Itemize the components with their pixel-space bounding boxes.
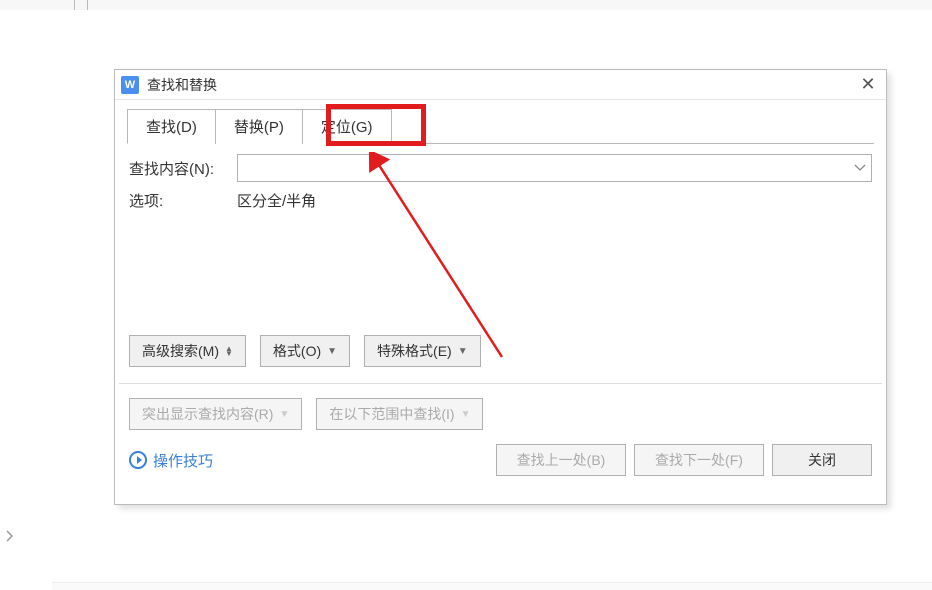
help-link[interactable]: 操作技巧 [129,450,213,471]
app-icon: W [121,76,139,94]
form-area: 查找内容(N): 选项: 区分全/半角 [115,144,886,211]
footer-buttons: 查找上一处(B) 查找下一处(F) 关闭 [496,444,872,476]
find-replace-dialog: W 查找和替换 ✕ 查找(D) 替换(P) 定位(G) 查找内容(N): 选项:… [114,69,887,505]
tab-replace[interactable]: 替换(P) [215,109,303,144]
find-next-button: 查找下一处(F) [634,444,764,476]
find-prev-button: 查找上一处(B) [496,444,626,476]
ruler [0,0,932,10]
tab-goto[interactable]: 定位(G) [302,109,392,144]
options-row: 选项: 区分全/半角 [129,190,872,211]
tabs: 查找(D) 替换(P) 定位(G) [127,108,874,144]
options-value: 区分全/半角 [237,190,316,211]
ruler-marker-right [910,0,924,10]
divider [119,383,882,384]
help-link-label: 操作技巧 [153,450,213,471]
spacer [115,219,886,329]
footer-row: 操作技巧 查找上一处(B) 查找下一处(F) 关闭 [115,430,886,476]
close-icon[interactable]: ✕ [856,73,880,97]
chevron-down-icon: ▼ [327,346,337,357]
chevron-down-icon: ▼ [461,409,471,420]
special-format-button[interactable]: 特殊格式(E) ▼ [364,335,481,367]
find-content-input[interactable] [238,155,849,181]
tabs-container: 查找(D) 替换(P) 定位(G) [115,100,886,144]
dialog-title: 查找和替换 [147,75,217,95]
find-content-input-wrapper [237,154,872,182]
find-content-row: 查找内容(N): [129,154,872,182]
close-button[interactable]: 关闭 [772,444,872,476]
chevron-down-icon: ▼ [458,346,468,357]
bottom-edge [52,582,932,590]
titlebar: W 查找和替换 ✕ [115,70,886,100]
secondary-button-row: 突出显示查找内容(R) ▼ 在以下范围中查找(I) ▼ [115,398,886,430]
search-in-range-button: 在以下范围中查找(I) ▼ [316,398,483,430]
highlight-found-button: 突出显示查找内容(R) ▼ [129,398,302,430]
middle-button-row: 高级搜索(M) ▲▼ 格式(O) ▼ 特殊格式(E) ▼ [115,335,886,367]
chevron-down-icon: ▼ [279,409,289,420]
advanced-search-button[interactable]: 高级搜索(M) ▲▼ [129,335,246,367]
find-content-dropdown-icon[interactable] [849,164,871,172]
tab-find[interactable]: 查找(D) [127,109,216,144]
format-button[interactable]: 格式(O) ▼ [260,335,350,367]
find-content-label: 查找内容(N): [129,158,237,179]
left-panel-trigger[interactable] [0,524,20,548]
options-label: 选项: [129,190,237,211]
play-icon [129,451,147,469]
ruler-marker-left [74,0,88,10]
updown-icon: ▲▼ [225,346,233,356]
